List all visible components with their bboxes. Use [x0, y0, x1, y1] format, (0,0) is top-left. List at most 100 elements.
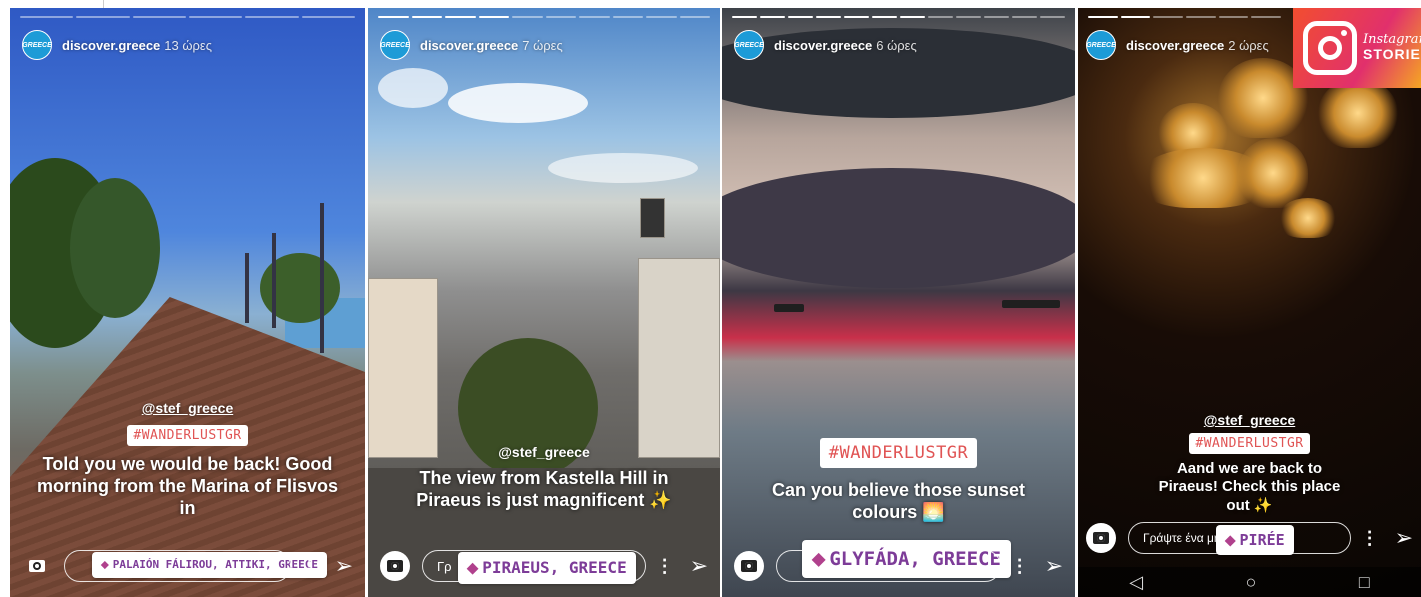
home-icon[interactable]: ○	[1246, 572, 1257, 593]
avatar[interactable]: GREECE	[734, 30, 764, 60]
reply-bar: ⋮ ➢	[734, 549, 1063, 583]
story-time: 2 ώρες	[1228, 37, 1269, 53]
progress-segment	[378, 16, 409, 18]
camera-icon	[1093, 532, 1109, 544]
android-nav-bar: ◁ ○ □	[1078, 567, 1421, 597]
more-options-icon[interactable]: ⋮	[1361, 528, 1379, 549]
story-progress-4	[1088, 16, 1282, 18]
camera-icon	[741, 560, 757, 572]
story-panel-2[interactable]: GREECE discover.greece 7 ώρες @stef_greec…	[368, 8, 720, 597]
instagram-stories-badge: InstagramSTORIES	[1293, 8, 1421, 88]
more-options-icon[interactable]: ⋮	[301, 556, 319, 577]
progress-segment	[445, 16, 476, 18]
avatar[interactable]: GREECE	[1086, 30, 1116, 60]
progress-segment	[579, 16, 610, 18]
progress-segment	[956, 16, 981, 18]
reply-input[interactable]: Γρ	[422, 550, 646, 582]
reply-bar: ⋮ ➢	[22, 549, 353, 583]
avatar[interactable]: GREECE	[380, 30, 410, 60]
progress-segment	[788, 16, 813, 18]
more-options-icon[interactable]: ⋮	[1011, 556, 1029, 577]
progress-segment	[1120, 16, 1151, 18]
username[interactable]: discover.greece 2 ώρες	[1126, 38, 1269, 53]
progress-segment	[132, 16, 186, 18]
mention-sticker[interactable]: @stef_greece	[10, 400, 365, 416]
camera-icon	[29, 560, 45, 572]
camera-button[interactable]	[380, 551, 410, 581]
story-header-4: GREECE discover.greece 2 ώρες	[1086, 30, 1269, 60]
hashtag-sticker[interactable]: #WANDERLUSTGR	[1189, 433, 1310, 454]
progress-segment	[646, 16, 677, 18]
send-icon[interactable]: ➢	[335, 553, 353, 579]
reply-bar: Γρ ⋮ ➢	[380, 549, 708, 583]
send-icon[interactable]: ➢	[690, 553, 708, 579]
send-icon[interactable]: ➢	[1045, 553, 1063, 579]
progress-segment	[76, 16, 130, 18]
hashtag-sticker[interactable]: #WANDERLUSTGR	[819, 438, 978, 468]
story-header-1: GREECE discover.greece 13 ώρες	[22, 30, 212, 60]
progress-segment	[245, 16, 299, 18]
location-pin-icon: ⬥	[1225, 531, 1236, 549]
progress-segment	[411, 16, 442, 18]
progress-segment	[545, 16, 576, 18]
story-caption: The view from Kastella Hill in Piraeus i…	[416, 468, 672, 510]
progress-segment	[760, 16, 785, 18]
send-icon[interactable]: ➢	[1395, 525, 1413, 551]
progress-segment	[1153, 16, 1184, 18]
progress-segment	[1088, 16, 1118, 18]
story-time: 6 ώρες	[876, 37, 917, 53]
progress-segment	[1218, 16, 1249, 18]
mention-sticker[interactable]: @stef_greece	[1078, 412, 1421, 428]
story-caption: Aand we are back to Piraeus! Check this …	[1158, 460, 1341, 514]
progress-segment	[1012, 16, 1037, 18]
story-caption: Can you believe those sunset colours 🌅	[771, 480, 1026, 522]
instagram-logo-icon	[1303, 21, 1357, 75]
story-header-2: GREECE discover.greece 7 ώρες	[380, 30, 563, 60]
story-panel-3[interactable]: GREECE discover.greece 6 ώρες #WANDERLUST…	[722, 8, 1075, 597]
story-progress-2	[378, 16, 710, 18]
location-label: PIRÉE	[1239, 531, 1285, 549]
badge-text: InstagramSTORIES	[1363, 32, 1421, 62]
reply-input[interactable]	[776, 550, 1001, 582]
avatar[interactable]: GREECE	[22, 30, 52, 60]
progress-segment	[816, 16, 841, 18]
mention-sticker[interactable]: @stef_greece	[368, 444, 720, 460]
progress-segment	[1040, 16, 1065, 18]
progress-segment	[679, 16, 710, 18]
progress-segment	[928, 16, 953, 18]
camera-icon	[387, 560, 403, 572]
progress-segment	[872, 16, 897, 18]
reply-input[interactable]	[64, 550, 291, 582]
progress-segment	[188, 16, 243, 18]
camera-button[interactable]	[22, 551, 52, 581]
progress-segment	[900, 16, 925, 18]
progress-segment	[20, 16, 74, 18]
story-header-3: GREECE discover.greece 6 ώρες	[734, 30, 917, 60]
hashtag-sticker[interactable]: #WANDERLUSTGR	[127, 425, 248, 446]
back-icon[interactable]: ◁	[1129, 572, 1143, 593]
story-time: 13 ώρες	[164, 37, 212, 53]
progress-segment	[732, 16, 757, 18]
story-panel-4[interactable]: GREECE discover.greece2 ώρες InstagramST…	[1078, 8, 1421, 597]
progress-segment	[612, 16, 643, 18]
camera-button[interactable]	[1086, 523, 1116, 553]
more-options-icon[interactable]: ⋮	[656, 556, 674, 577]
username[interactable]: discover.greece 7 ώρες	[420, 38, 563, 53]
username[interactable]: discover.greece 6 ώρες	[774, 38, 917, 53]
story-time: 7 ώρες	[522, 37, 563, 53]
recent-apps-icon[interactable]: □	[1359, 572, 1370, 593]
progress-segment	[844, 16, 869, 18]
story-caption: Told you we would be back! Good morning …	[36, 454, 339, 518]
camera-button[interactable]	[734, 551, 764, 581]
story-progress-3	[732, 16, 1065, 18]
progress-segment	[984, 16, 1009, 18]
progress-segment	[512, 16, 543, 18]
progress-segment	[301, 16, 355, 18]
progress-segment	[1251, 16, 1282, 18]
location-sticker[interactable]: ⬥ PIRÉE	[1216, 525, 1294, 555]
progress-segment	[1186, 16, 1216, 18]
story-panel-1[interactable]: GREECE discover.greece 13 ώρες @stef_gree…	[10, 8, 365, 597]
story-progress-1	[20, 16, 355, 18]
username[interactable]: discover.greece 13 ώρες	[62, 38, 212, 53]
progress-segment	[478, 16, 509, 18]
